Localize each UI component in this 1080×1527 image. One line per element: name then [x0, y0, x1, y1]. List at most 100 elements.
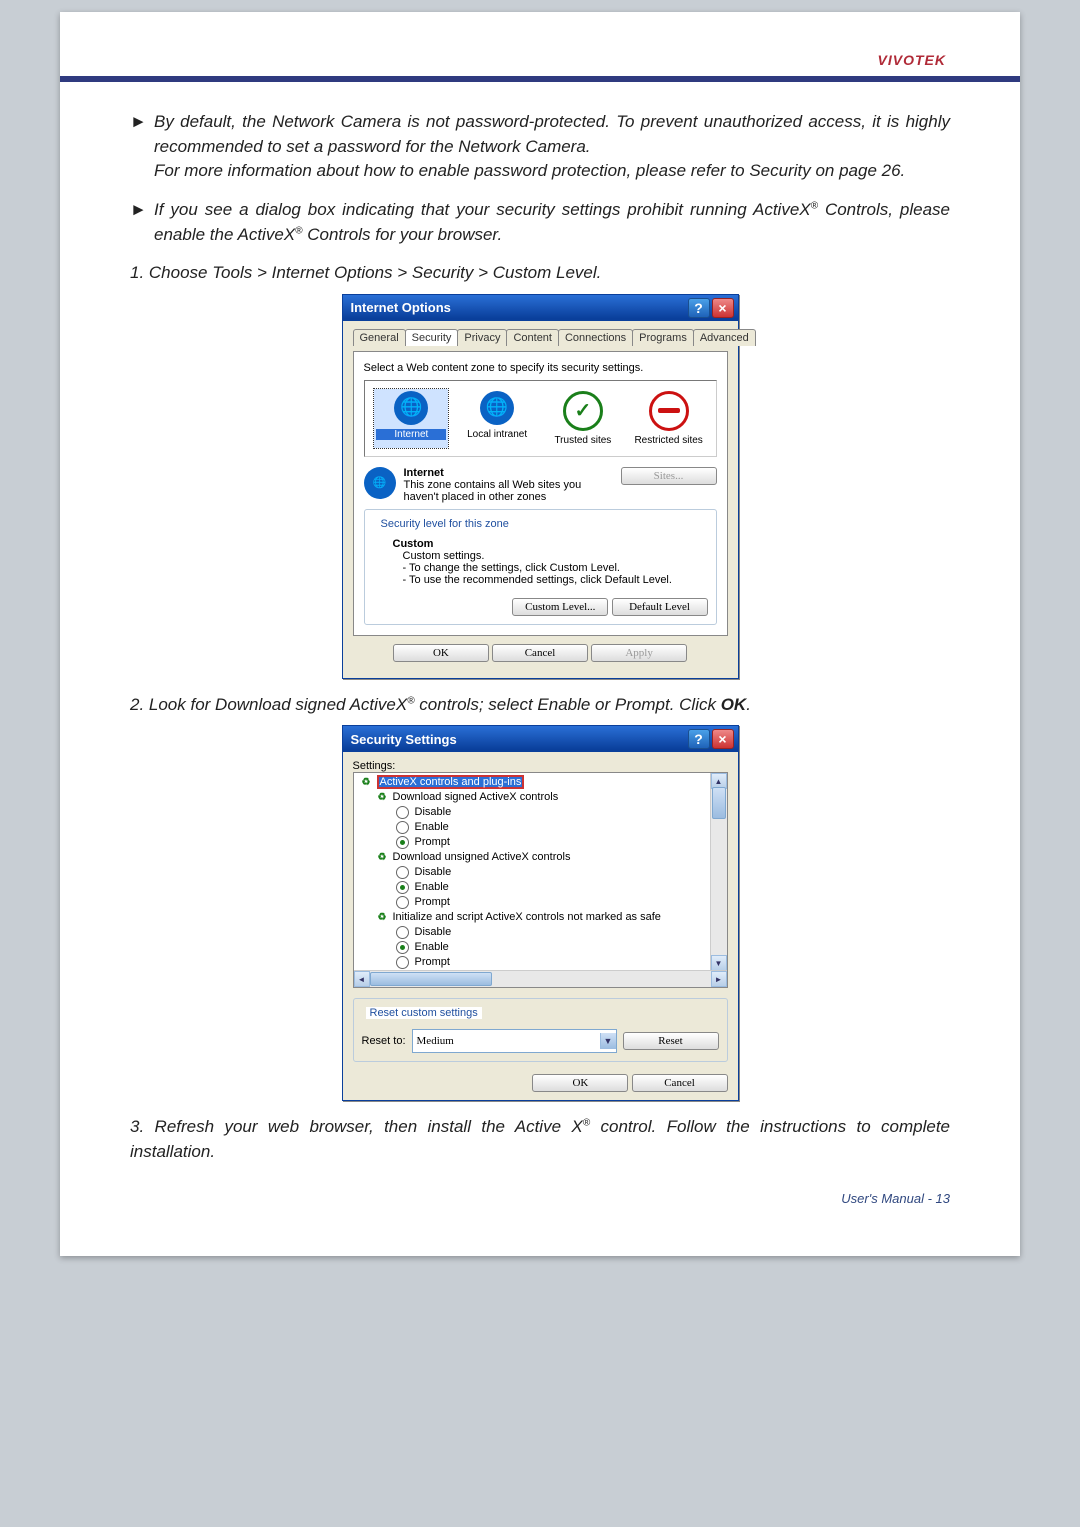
- cancel-button[interactable]: Cancel: [632, 1074, 728, 1092]
- scroll-down-icon[interactable]: ▼: [711, 955, 727, 971]
- titlebar[interactable]: Internet Options ? ×: [343, 295, 738, 321]
- tree-node-download-unsigned[interactable]: ♻Download unsigned ActiveX controls: [356, 850, 725, 865]
- zone-list[interactable]: 🌐 Internet 🌐 Local intranet ✓ Trusted si…: [364, 380, 717, 457]
- brand-divider: [60, 76, 1020, 82]
- globe-icon: 🌐: [364, 467, 396, 499]
- help-icon[interactable]: ?: [688, 729, 710, 749]
- titlebar[interactable]: Security Settings ? ×: [343, 726, 738, 752]
- radio-label: Enable: [415, 940, 449, 955]
- radio-prompt[interactable]: Prompt: [356, 835, 725, 850]
- step-3-a: 3. Refresh your web browser, then instal…: [130, 1117, 583, 1136]
- custom-heading: Custom: [393, 538, 704, 550]
- zone-local-intranet[interactable]: 🌐 Local intranet: [460, 389, 534, 448]
- radio-label: Prompt: [415, 835, 450, 850]
- scroll-thumb[interactable]: [712, 787, 726, 819]
- globe-icon: 🌐: [480, 391, 514, 425]
- gear-icon: ♻: [376, 791, 389, 804]
- radio-label: Enable: [415, 820, 449, 835]
- radio-disable[interactable]: Disable: [356, 805, 725, 820]
- zone-restricted-sites[interactable]: Restricted sites: [632, 389, 706, 448]
- radio-disable[interactable]: Disable: [356, 925, 725, 940]
- radio-prompt[interactable]: Prompt: [356, 895, 725, 910]
- reset-custom-legend: Reset custom settings: [366, 1007, 482, 1019]
- apply-button[interactable]: Apply: [591, 644, 687, 662]
- step-2-dot: .: [746, 695, 751, 714]
- radio-enable[interactable]: Enable: [356, 820, 725, 835]
- help-icon[interactable]: ?: [688, 298, 710, 318]
- zone-label: Restricted sites: [634, 435, 704, 446]
- internet-options-dialog: Internet Options ? × General Security Pr…: [342, 294, 739, 679]
- zone-trusted-sites[interactable]: ✓ Trusted sites: [546, 389, 620, 448]
- reg-mark: ®: [295, 225, 302, 236]
- gear-icon: ♻: [376, 911, 389, 924]
- scroll-thumb[interactable]: [370, 972, 492, 986]
- paragraph-1a: By default, the Network Camera is not pa…: [154, 112, 950, 156]
- zone-label: Local intranet: [462, 429, 532, 440]
- close-icon[interactable]: ×: [712, 298, 734, 318]
- step-2-a: 2. Look for Download signed ActiveX: [130, 695, 407, 714]
- tab-privacy[interactable]: Privacy: [457, 329, 507, 346]
- zone-label: Internet: [376, 429, 446, 440]
- brand-name: VIVOTEK: [130, 52, 950, 68]
- step-1-text: 1. Choose Tools > Internet Options > Sec…: [130, 261, 950, 286]
- radio-label: Prompt: [415, 895, 450, 910]
- horizontal-scrollbar[interactable]: ◄ ►: [354, 970, 727, 987]
- ok-button[interactable]: OK: [532, 1074, 628, 1092]
- reset-to-label: Reset to:: [362, 1035, 406, 1047]
- reset-button[interactable]: Reset: [623, 1032, 719, 1050]
- radio-enable[interactable]: Enable: [356, 880, 725, 895]
- tree-label: Initialize and script ActiveX controls n…: [393, 911, 661, 923]
- custom-settings-label: Custom settings.: [403, 550, 704, 562]
- scroll-right-icon[interactable]: ►: [711, 971, 727, 987]
- default-level-button[interactable]: Default Level: [612, 598, 708, 616]
- security-settings-dialog: Security Settings ? × Settings: ▲ ▼ ◄ ►: [342, 725, 739, 1101]
- tree-node-initialize-script[interactable]: ♻ Initialize and script ActiveX controls …: [356, 910, 725, 925]
- paragraph-2c: Controls for your browser.: [303, 225, 503, 244]
- instruction-text: Select a Web content zone to specify its…: [364, 362, 717, 374]
- list-marker: ►: [130, 110, 154, 184]
- page-footer: User's Manual - 13: [130, 1191, 950, 1206]
- scroll-left-icon[interactable]: ◄: [354, 971, 370, 987]
- radio-disable[interactable]: Disable: [356, 865, 725, 880]
- step-2-b: controls; select Enable or Prompt. Click: [415, 695, 721, 714]
- tab-advanced[interactable]: Advanced: [693, 329, 756, 346]
- zone-internet[interactable]: 🌐 Internet: [374, 389, 448, 448]
- tab-general[interactable]: General: [353, 329, 406, 346]
- radio-enable[interactable]: Enable: [356, 940, 725, 955]
- dialog-title: Internet Options: [351, 300, 686, 315]
- zone-description: This zone contains all Web sites you hav…: [404, 479, 613, 503]
- security-level-legend: Security level for this zone: [377, 518, 513, 530]
- zone-label: Trusted sites: [548, 435, 618, 446]
- vertical-scrollbar[interactable]: ▲ ▼: [710, 773, 727, 971]
- reset-to-select[interactable]: Medium ▼: [412, 1029, 617, 1053]
- list-marker: ►: [130, 198, 154, 247]
- tree-label: Download signed ActiveX controls: [393, 791, 559, 803]
- sites-button[interactable]: Sites...: [621, 467, 717, 485]
- reg-mark: ®: [811, 200, 818, 211]
- tab-strip: General Security Privacy Content Connect…: [353, 329, 728, 346]
- checkmark-icon: ✓: [563, 391, 603, 431]
- cancel-button[interactable]: Cancel: [492, 644, 588, 662]
- step-2-ok: OK: [721, 695, 747, 714]
- tab-programs[interactable]: Programs: [632, 329, 694, 346]
- custom-level-button[interactable]: Custom Level...: [512, 598, 608, 616]
- tree-root-label: ActiveX controls and plug-ins: [377, 775, 525, 789]
- tab-security[interactable]: Security: [405, 329, 459, 346]
- tree-node-download-signed[interactable]: ♻ Download signed ActiveX controls: [356, 790, 725, 805]
- tab-connections[interactable]: Connections: [558, 329, 633, 346]
- radio-label: Enable: [415, 880, 449, 895]
- tree-node-root[interactable]: ♻ ActiveX controls and plug-ins: [356, 775, 725, 790]
- close-icon[interactable]: ×: [712, 729, 734, 749]
- ok-button[interactable]: OK: [393, 644, 489, 662]
- gear-icon: ♻: [360, 776, 373, 789]
- custom-line-2: - To use the recommended settings, click…: [403, 574, 704, 586]
- paragraph-2a: If you see a dialog box indicating that …: [154, 200, 811, 219]
- radio-prompt[interactable]: Prompt: [356, 955, 725, 970]
- settings-tree[interactable]: ▲ ▼ ◄ ► ♻ ActiveX controls and plug-ins ♻…: [353, 772, 728, 988]
- chevron-down-icon[interactable]: ▼: [600, 1033, 616, 1049]
- reset-to-value: Medium: [417, 1035, 454, 1047]
- reg-mark: ®: [407, 695, 414, 706]
- tree-label: Download unsigned ActiveX controls: [393, 851, 571, 863]
- radio-label: Disable: [415, 865, 452, 880]
- tab-content[interactable]: Content: [506, 329, 559, 346]
